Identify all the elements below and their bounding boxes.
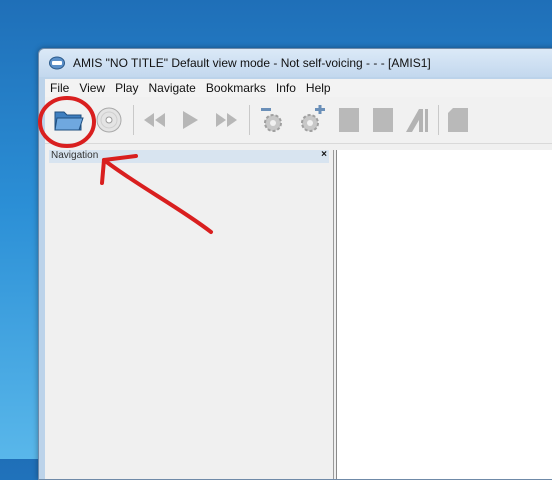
increase-button[interactable]: [297, 105, 327, 135]
gear-minus-icon: [261, 108, 282, 132]
menu-file[interactable]: File: [45, 81, 74, 95]
play-button[interactable]: [179, 109, 201, 131]
menu-view[interactable]: View: [74, 81, 110, 95]
menu-help[interactable]: Help: [301, 81, 336, 95]
toolbar: [45, 97, 552, 144]
text-style-icon: [406, 109, 428, 132]
toolbar-button-11[interactable]: [446, 106, 470, 134]
title-bar: AMIS "NO TITLE" Default view mode - Not …: [39, 49, 552, 77]
navigation-title: Navigation: [51, 150, 99, 161]
toolbar-separator: [133, 105, 134, 135]
fast-forward-icon: [216, 113, 237, 127]
menu-navigate[interactable]: Navigate: [143, 81, 200, 95]
main-content: Navigation ×: [45, 144, 552, 479]
amis-window: AMIS "NO TITLE" Default view mode - Not …: [38, 48, 552, 480]
folder-open-icon: [54, 111, 84, 131]
close-icon[interactable]: ×: [321, 149, 327, 160]
content-view[interactable]: [336, 150, 552, 479]
navigation-pane: Navigation ×: [45, 149, 334, 479]
toolbar-button-9[interactable]: [371, 106, 395, 134]
open-cd-button[interactable]: [95, 106, 123, 134]
toolbar-button-8[interactable]: [337, 106, 361, 134]
amis-app-icon[interactable]: [49, 56, 65, 70]
blank-page-icon: [339, 108, 359, 132]
window-title: AMIS "NO TITLE" Default view mode - Not …: [73, 56, 431, 70]
blank-page-icon: [373, 108, 393, 132]
rewind-icon: [144, 113, 165, 127]
page-icon: [448, 108, 468, 132]
next-button[interactable]: [213, 110, 241, 130]
previous-button[interactable]: [141, 110, 169, 130]
cd-disc-icon: [96, 107, 122, 133]
navigation-list[interactable]: [49, 164, 329, 479]
navigation-header: Navigation ×: [49, 149, 329, 163]
play-icon: [183, 111, 198, 129]
menu-info[interactable]: Info: [271, 81, 301, 95]
menu-play[interactable]: Play: [110, 81, 143, 95]
toolbar-separator: [438, 105, 439, 135]
menu-bar: File View Play Navigate Bookmarks Info H…: [45, 79, 552, 97]
toolbar-separator: [249, 105, 250, 135]
gear-plus-icon: [301, 105, 325, 132]
menu-bookmarks[interactable]: Bookmarks: [201, 81, 271, 95]
decrease-button[interactable]: [257, 105, 287, 135]
toolbar-button-10[interactable]: [403, 106, 431, 134]
open-file-button[interactable]: [53, 106, 85, 134]
